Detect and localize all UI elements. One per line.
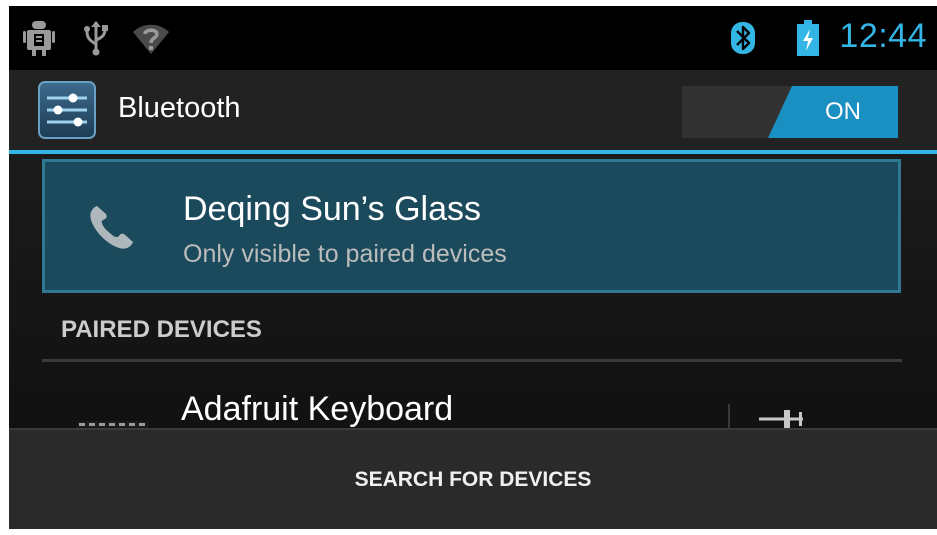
bluetooth-icon [731,20,755,56]
usb-icon [83,20,109,56]
paired-device-name: Adafruit Keyboard [181,390,454,428]
page-title: Bluetooth [118,92,241,124]
settings-sliders-icon[interactable] [38,81,96,139]
this-device-item[interactable]: Deqing Sun’s Glass Only visible to paire… [42,159,901,293]
bluetooth-settings-screen: 12:44 Bluetooth ON Deqing Sun’s Glass On… [9,6,937,529]
battery-charging-icon [797,20,819,56]
wifi-no-internet-icon [131,20,171,56]
device-visibility-subtitle: Only visible to paired devices [183,240,507,268]
action-bar: Bluetooth ON [9,70,937,150]
search-for-devices-button[interactable]: SEARCH FOR DEVICES [9,430,937,529]
bluetooth-toggle[interactable]: ON [682,86,898,138]
paired-devices-header: PAIRED DEVICES [61,316,262,343]
list-item[interactable]: Adafruit Keyboard [9,364,937,440]
status-clock: 12:44 [839,17,927,55]
phone-icon [83,200,139,256]
section-divider [42,359,902,362]
toggle-state-label: ON [825,98,861,125]
status-bar: 12:44 [9,6,937,70]
bottom-bar: SEARCH FOR DEVICES [9,428,937,529]
content-area: Deqing Sun’s Glass Only visible to paire… [9,154,937,440]
android-debug-icon [23,20,55,56]
device-name: Deqing Sun’s Glass [183,190,481,228]
